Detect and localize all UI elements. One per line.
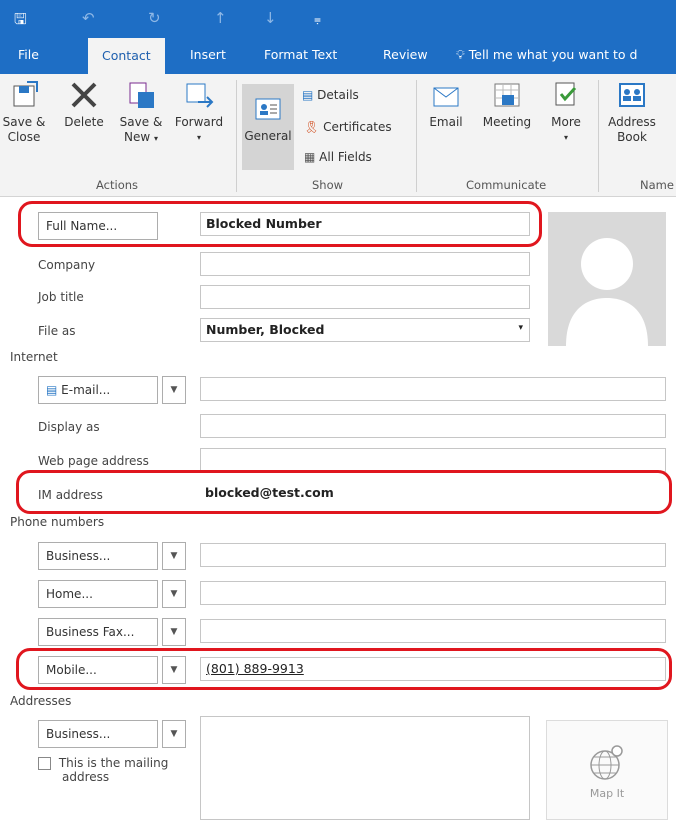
up-arrow-icon[interactable]: ↑ [214,9,227,27]
chevron-down-icon: ▾ [196,133,201,142]
tab-insert[interactable]: Insert [190,47,226,62]
redo-icon[interactable]: ↻ [148,9,161,27]
tab-format-text[interactable]: Format Text [264,47,337,62]
forward-button[interactable]: Forward ▾ [172,80,226,145]
meeting-calendar-icon [492,80,522,110]
ribbon-separator [598,80,599,192]
file-as-label: File as [38,324,76,338]
email-contact-icon [431,80,461,110]
save-close-icon [9,80,39,110]
contact-card-icon [253,94,283,124]
certificates-button[interactable]: 🎗︎ Certificates [304,120,392,134]
phone-business-dropdown[interactable]: ▼ [162,542,186,570]
phone-business-fax-dropdown[interactable]: ▼ [162,618,186,646]
more-icon [551,80,581,110]
phone-business-button[interactable]: Business... [38,542,158,570]
details-button[interactable]: ▤ Details [302,88,359,102]
web-page-label: Web page address [38,454,149,468]
email-card-icon: ▤ [46,383,58,397]
mailing-address-checkbox[interactable]: This is the mailing address [38,756,188,784]
globe-pin-icon [590,745,623,780]
down-arrow-icon[interactable]: ↓ [264,9,277,27]
highlight-im-address [16,470,672,514]
company-label: Company [38,258,96,272]
all-fields-button[interactable]: ▦ All Fields [304,150,372,164]
title-bar: 🖫 ↶ ↻ ↑ ↓ ⩦ [0,0,676,38]
highlight-mobile [16,648,672,690]
section-phone-numbers: Phone numbers [10,515,105,529]
address-book-icon [617,80,647,110]
job-title-field[interactable] [200,285,530,309]
job-title-label: Job title [38,290,84,304]
phone-home-dropdown[interactable]: ▼ [162,580,186,608]
tell-me-search[interactable]: 💡︎ Tell me what you want to d [456,47,637,63]
web-page-field[interactable] [200,448,666,472]
customize-qat-icon[interactable]: ⩦ [314,12,321,27]
highlight-full-name [18,201,542,247]
phone-business-field[interactable] [200,543,666,567]
address-book-button[interactable]: Address Book [606,80,658,145]
certificate-ribbon-icon: 🎗︎ [304,120,320,134]
more-button[interactable]: More ▾ [546,80,586,145]
chevron-down-icon: ▾ [154,134,159,143]
ribbon-tabs: File Contact Insert Format Text Review 💡… [0,38,676,74]
address-field[interactable] [200,716,530,820]
map-it-button[interactable]: Map It [546,720,668,820]
tab-review[interactable]: Review [383,47,428,62]
phone-home-button[interactable]: Home... [38,580,158,608]
general-button[interactable]: General [242,84,294,170]
group-label-actions: Actions [96,178,139,192]
save-new-icon [126,80,156,110]
save-close-button[interactable]: Save & Close [2,80,46,145]
ribbon: Save & Close Delete Save & New ▾ Forward… [0,74,676,197]
delete-button[interactable]: Delete [62,80,106,130]
meeting-button[interactable]: Meeting [478,80,536,130]
tab-file[interactable]: File [18,47,39,62]
save-new-button[interactable]: Save & New ▾ [116,80,166,146]
tab-contact[interactable]: Contact [88,38,165,74]
address-business-button[interactable]: Business... [38,720,158,748]
file-as-select[interactable]: Number, Blocked ▾ [200,318,530,342]
delete-x-icon [69,80,99,110]
display-as-label: Display as [38,420,100,434]
checkbox[interactable] [38,757,51,770]
group-label-names: Name [640,178,674,192]
group-label-communicate: Communicate [466,178,547,192]
save-icon[interactable]: 🖫 [14,9,27,34]
display-as-field[interactable] [200,414,666,438]
phone-business-fax-field[interactable] [200,619,666,643]
email-type-button[interactable]: ▤ E-mail... [38,376,158,404]
forward-icon [184,80,214,110]
details-icon: ▤ [302,88,314,102]
phone-home-field[interactable] [200,581,666,605]
section-internet: Internet [10,350,58,364]
all-fields-icon: ▦ [304,150,316,164]
company-field[interactable] [200,252,530,276]
email-button[interactable]: Email [424,80,468,130]
ribbon-separator [236,80,237,192]
chevron-down-icon: ▾ [518,323,523,333]
undo-icon[interactable]: ↶ [82,9,95,27]
email-field[interactable] [200,377,666,401]
ribbon-separator [416,80,417,192]
section-addresses: Addresses [10,694,72,708]
lightbulb-icon: 💡︎ [456,47,465,62]
chevron-down-icon: ▾ [563,133,568,142]
tell-me-text: Tell me what you want to d [468,47,638,62]
address-type-dropdown[interactable]: ▼ [162,720,186,748]
file-as-value: Number, Blocked [206,322,325,337]
contact-photo[interactable] [548,212,666,346]
person-placeholder-icon [566,238,648,346]
group-label-show: Show [312,178,344,192]
email-type-dropdown[interactable]: ▼ [162,376,186,404]
phone-business-fax-button[interactable]: Business Fax... [38,618,158,646]
